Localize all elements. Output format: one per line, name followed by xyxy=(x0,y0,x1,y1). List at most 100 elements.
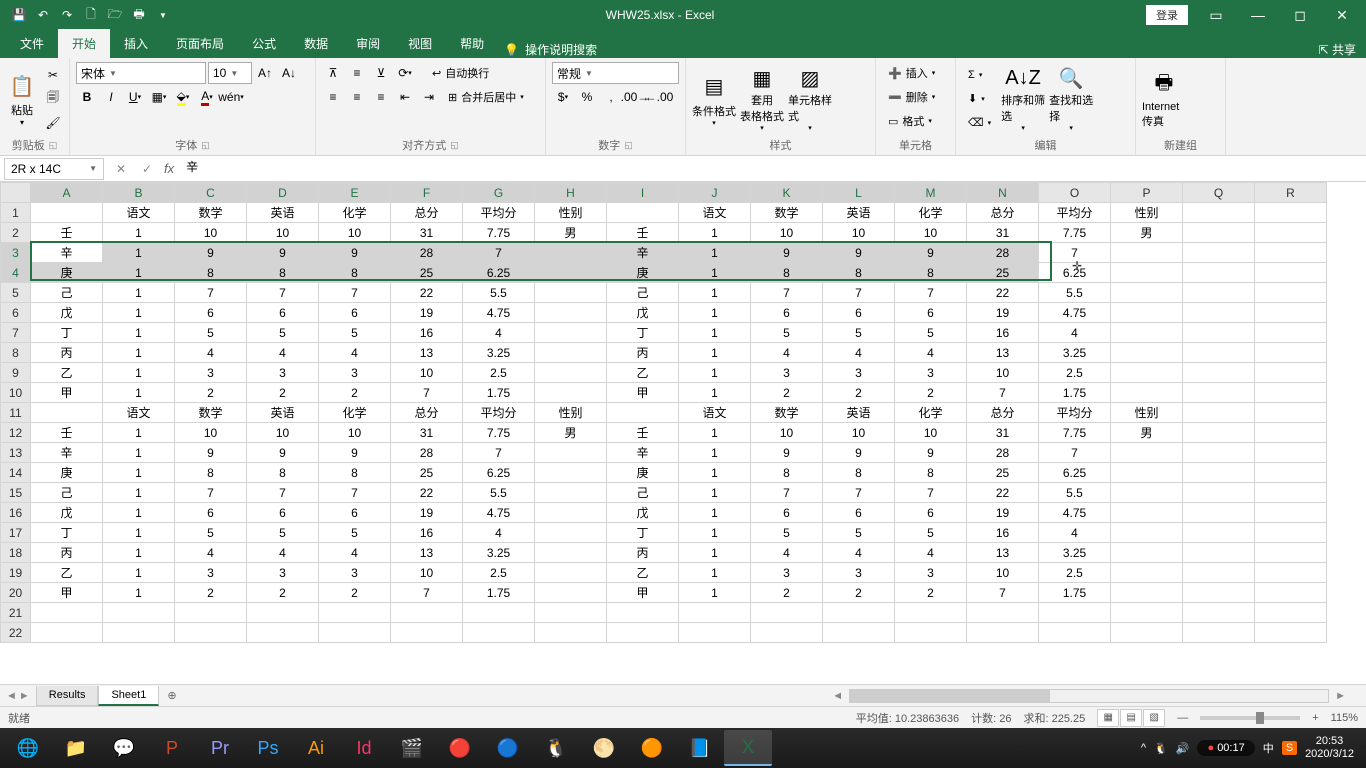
conditional-format-button[interactable]: ▤条件格式▾ xyxy=(692,66,736,132)
cell-K19[interactable]: 3 xyxy=(751,563,823,583)
cell-O22[interactable] xyxy=(1039,623,1111,643)
cell-Q14[interactable] xyxy=(1183,463,1255,483)
cell-P15[interactable] xyxy=(1111,483,1183,503)
cell-O2[interactable]: 7.75 xyxy=(1039,223,1111,243)
cell-M6[interactable]: 6 xyxy=(895,303,967,323)
cell-Q20[interactable] xyxy=(1183,583,1255,603)
cell-A19[interactable]: 乙 xyxy=(31,563,103,583)
cell-N14[interactable]: 25 xyxy=(967,463,1039,483)
cell-L12[interactable]: 10 xyxy=(823,423,895,443)
align-middle-icon[interactable]: ≡ xyxy=(346,62,368,84)
cell-D12[interactable]: 10 xyxy=(247,423,319,443)
cell-R1[interactable] xyxy=(1255,203,1327,223)
cell-D5[interactable]: 7 xyxy=(247,283,319,303)
cell-B20[interactable]: 1 xyxy=(103,583,175,603)
cell-H7[interactable] xyxy=(535,323,607,343)
cell-M12[interactable]: 10 xyxy=(895,423,967,443)
cell-F17[interactable]: 16 xyxy=(391,523,463,543)
font-name-combo[interactable]: 宋体▼ xyxy=(76,62,206,84)
format-cells-button[interactable]: ▭格式▾ xyxy=(882,110,949,132)
align-right-icon[interactable]: ≡ xyxy=(370,86,392,108)
cell-D8[interactable]: 4 xyxy=(247,343,319,363)
cell-P10[interactable] xyxy=(1111,383,1183,403)
cell-J16[interactable]: 1 xyxy=(679,503,751,523)
cell-A15[interactable]: 己 xyxy=(31,483,103,503)
cell-O8[interactable]: 3.25 xyxy=(1039,343,1111,363)
cell-E5[interactable]: 7 xyxy=(319,283,391,303)
cell-L19[interactable]: 3 xyxy=(823,563,895,583)
sheet-tab-sheet1[interactable]: Sheet1 xyxy=(98,686,159,706)
cell-N11[interactable]: 总分 xyxy=(967,403,1039,423)
cell-I9[interactable]: 乙 xyxy=(607,363,679,383)
task-browser-icon[interactable]: 🌐 xyxy=(4,730,52,766)
cell-Q2[interactable] xyxy=(1183,223,1255,243)
cell-Q15[interactable] xyxy=(1183,483,1255,503)
cell-E15[interactable]: 7 xyxy=(319,483,391,503)
cell-D17[interactable]: 5 xyxy=(247,523,319,543)
cell-P9[interactable] xyxy=(1111,363,1183,383)
cell-M18[interactable]: 4 xyxy=(895,543,967,563)
task-app1-icon[interactable]: 🔴 xyxy=(436,730,484,766)
cell-G17[interactable]: 4 xyxy=(463,523,535,543)
cell-N17[interactable]: 16 xyxy=(967,523,1039,543)
tray-up-icon[interactable]: ^ xyxy=(1141,742,1146,754)
view-normal-icon[interactable]: ▦ xyxy=(1097,709,1119,727)
cell-R6[interactable] xyxy=(1255,303,1327,323)
cell-I2[interactable]: 壬 xyxy=(607,223,679,243)
cell-R7[interactable] xyxy=(1255,323,1327,343)
cell-R21[interactable] xyxy=(1255,603,1327,623)
cell-E17[interactable]: 5 xyxy=(319,523,391,543)
col-head-E[interactable]: E xyxy=(319,183,391,203)
format-painter-icon[interactable]: 🖌 xyxy=(42,112,64,134)
cell-Q19[interactable] xyxy=(1183,563,1255,583)
tell-me[interactable]: 操作说明搜索 xyxy=(525,41,597,58)
cell-Q5[interactable] xyxy=(1183,283,1255,303)
cell-K6[interactable]: 6 xyxy=(751,303,823,323)
cell-F16[interactable]: 19 xyxy=(391,503,463,523)
cell-F14[interactable]: 25 xyxy=(391,463,463,483)
cell-P19[interactable] xyxy=(1111,563,1183,583)
cell-J9[interactable]: 1 xyxy=(679,363,751,383)
cell-H6[interactable] xyxy=(535,303,607,323)
cell-E4[interactable]: 8 xyxy=(319,263,391,283)
cell-G14[interactable]: 6.25 xyxy=(463,463,535,483)
row-head-4[interactable]: 4 xyxy=(1,263,31,283)
col-head-L[interactable]: L xyxy=(823,183,895,203)
cut-icon[interactable]: ✂ xyxy=(42,64,64,86)
indent-increase-icon[interactable]: ⇥ xyxy=(418,86,440,108)
cell-H14[interactable] xyxy=(535,463,607,483)
cell-L22[interactable] xyxy=(823,623,895,643)
cell-B14[interactable]: 1 xyxy=(103,463,175,483)
cell-C8[interactable]: 4 xyxy=(175,343,247,363)
select-all-corner[interactable] xyxy=(1,183,31,203)
cell-G16[interactable]: 4.75 xyxy=(463,503,535,523)
cell-G21[interactable] xyxy=(463,603,535,623)
cell-D13[interactable]: 9 xyxy=(247,443,319,463)
copy-icon[interactable]: 🗐 xyxy=(42,88,64,110)
login-button[interactable]: 登录 xyxy=(1146,5,1188,25)
cell-Q6[interactable] xyxy=(1183,303,1255,323)
cell-J21[interactable] xyxy=(679,603,751,623)
cell-B16[interactable]: 1 xyxy=(103,503,175,523)
task-illustrator-icon[interactable]: Ai xyxy=(292,730,340,766)
qat-open-icon[interactable]: 🗁 xyxy=(104,4,126,26)
cell-F21[interactable] xyxy=(391,603,463,623)
cell-I15[interactable]: 己 xyxy=(607,483,679,503)
horizontal-scrollbar[interactable] xyxy=(849,689,1329,703)
ribbon-tab-3[interactable]: 页面布局 xyxy=(162,29,238,58)
cell-D4[interactable]: 8 xyxy=(247,263,319,283)
cell-B18[interactable]: 1 xyxy=(103,543,175,563)
cell-A3[interactable]: 辛 xyxy=(31,243,103,263)
cell-K21[interactable] xyxy=(751,603,823,623)
col-head-A[interactable]: A xyxy=(31,183,103,203)
cell-D18[interactable]: 4 xyxy=(247,543,319,563)
row-head-6[interactable]: 6 xyxy=(1,303,31,323)
cell-A10[interactable]: 甲 xyxy=(31,383,103,403)
qat-quickprint-icon[interactable]: 🖶 xyxy=(128,4,150,26)
cell-M2[interactable]: 10 xyxy=(895,223,967,243)
decrease-decimal-icon[interactable]: ←.00 xyxy=(648,86,670,108)
sheet-tab-results[interactable]: Results xyxy=(36,686,99,706)
row-head-14[interactable]: 14 xyxy=(1,463,31,483)
cell-G7[interactable]: 4 xyxy=(463,323,535,343)
col-head-K[interactable]: K xyxy=(751,183,823,203)
